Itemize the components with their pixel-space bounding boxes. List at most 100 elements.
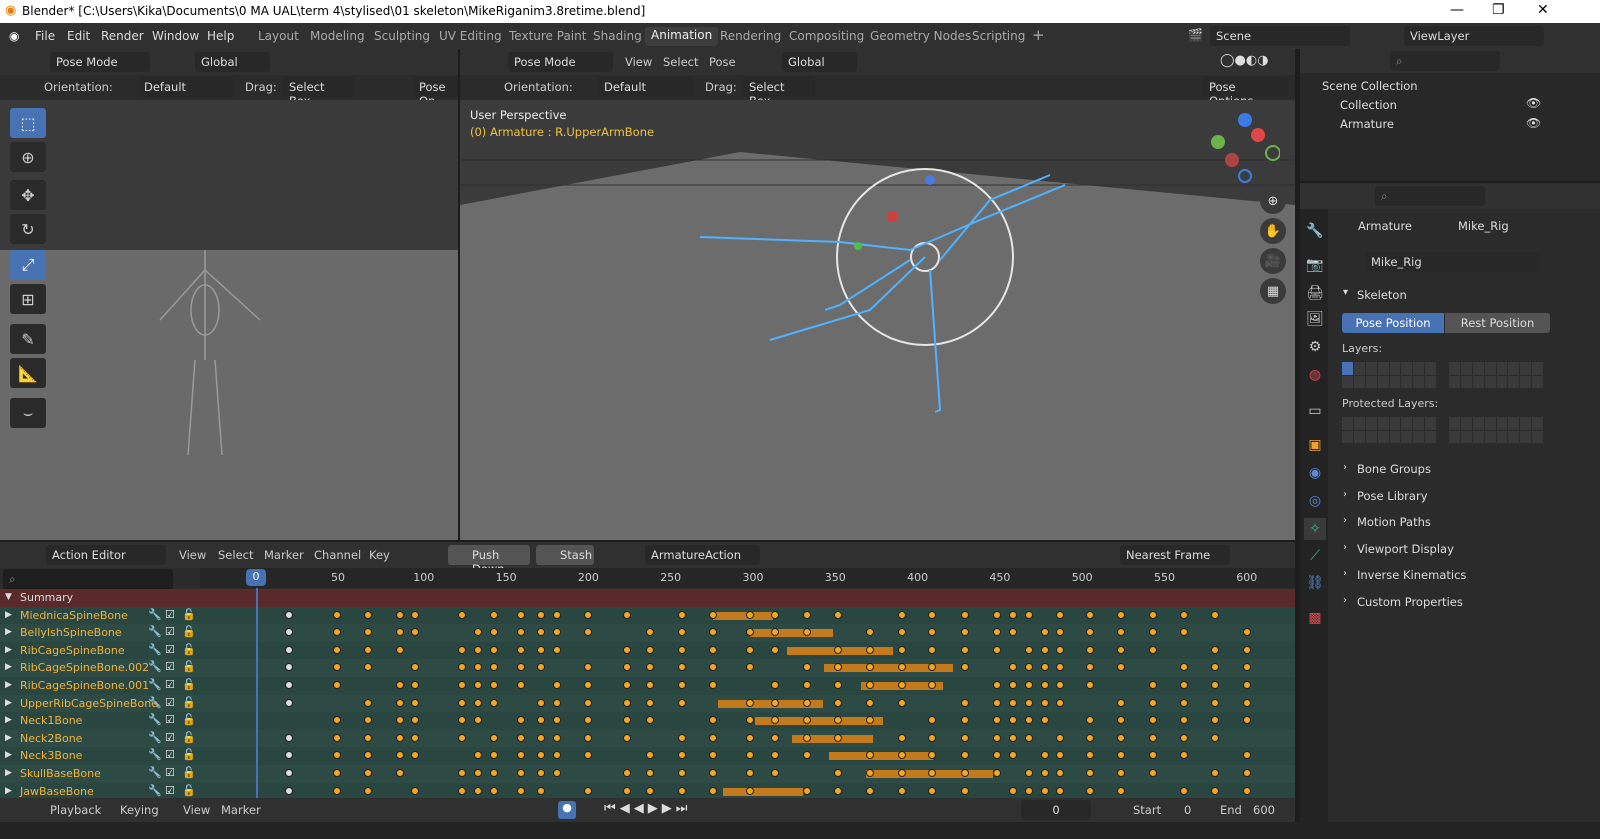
bone-tab-icon[interactable]: ⟋ (1304, 545, 1326, 567)
keyframe[interactable] (474, 716, 482, 725)
output-tab-icon[interactable]: 🖨 (1304, 282, 1326, 304)
keyframe[interactable] (803, 786, 811, 795)
keyframe[interactable] (961, 610, 969, 619)
keyframe[interactable] (1056, 751, 1064, 760)
playback-controls-icon[interactable]: ⏮◀◀▶▶⏭ (604, 801, 691, 816)
start-value[interactable]: 0 (1184, 803, 1191, 817)
keyframe[interactable] (364, 698, 372, 707)
keyframe[interactable] (517, 751, 525, 760)
keyframe[interactable] (285, 733, 293, 742)
keyframe[interactable] (537, 698, 545, 707)
maximize-icon[interactable]: ❐ (1492, 2, 1505, 18)
summary-row[interactable]: ▼ Summary (0, 589, 1295, 607)
keyframe[interactable] (1025, 645, 1033, 654)
scene-tab-icon[interactable]: ⚙ (1304, 336, 1326, 358)
keyframe[interactable] (553, 645, 561, 654)
current-frame-field[interactable]: 0 (1021, 800, 1091, 820)
keyframe[interactable] (1243, 751, 1251, 760)
keyframe[interactable] (396, 628, 404, 637)
tab-rendering[interactable]: Rendering (720, 29, 781, 43)
keyframe[interactable] (928, 645, 936, 654)
protected-layers-grid-left[interactable] (1342, 417, 1436, 443)
keyframe[interactable] (396, 645, 404, 654)
tab-geometry-nodes[interactable]: Geometry Nodes (870, 29, 971, 43)
keyframe[interactable] (396, 733, 404, 742)
channel-row[interactable]: ▶ SkullBaseBone 🔧 ☑ 🔓 (0, 765, 1295, 783)
keyframe-track[interactable] (0, 712, 1295, 729)
keyframe[interactable] (928, 628, 936, 637)
menu-help[interactable]: Help (207, 29, 234, 43)
keyframe[interactable] (490, 733, 498, 742)
keyframe[interactable] (584, 610, 592, 619)
main-menu-select[interactable]: Select (663, 55, 698, 69)
keyframe[interactable] (709, 681, 717, 689)
keyframe[interactable] (411, 663, 419, 672)
keyframe[interactable] (517, 733, 525, 742)
keyframe[interactable] (646, 716, 654, 725)
keyframe[interactable] (1056, 733, 1064, 742)
keyframe[interactable] (1243, 681, 1251, 689)
keyframe[interactable] (961, 751, 969, 760)
keyframe[interactable] (517, 645, 525, 654)
keyframe[interactable] (1025, 681, 1033, 689)
keyframe[interactable] (285, 663, 293, 672)
keyframe[interactable] (285, 645, 293, 654)
keyframe[interactable] (746, 663, 754, 672)
left-drag-dropdown[interactable]: Select Box (283, 77, 355, 108)
keyframe[interactable] (1211, 645, 1219, 654)
keyframe[interactable] (771, 751, 779, 760)
keyframe[interactable] (1009, 663, 1017, 672)
keyframe[interactable] (517, 628, 525, 637)
keyframe[interactable] (646, 645, 654, 654)
keyframe[interactable] (517, 716, 525, 725)
layers-grid-left[interactable] (1342, 362, 1436, 388)
menu-render[interactable]: Render (101, 29, 144, 43)
keyframe[interactable] (1117, 786, 1125, 795)
keyframe[interactable] (553, 681, 561, 689)
keyframe[interactable] (517, 663, 525, 672)
keyframe[interactable] (364, 786, 372, 795)
keyframe[interactable] (1117, 628, 1125, 637)
keyframe[interactable] (993, 645, 1001, 654)
keyframe[interactable] (584, 733, 592, 742)
keyframe[interactable] (517, 681, 525, 689)
keyframe[interactable] (1086, 645, 1094, 654)
keyframe[interactable] (771, 733, 779, 742)
ae-menu-channel[interactable]: Channel (314, 548, 361, 562)
keyframe[interactable] (1086, 751, 1094, 760)
expand-icon[interactable]: ▼ (5, 592, 12, 602)
keyframe[interactable] (396, 698, 404, 707)
keyframe[interactable] (333, 733, 341, 742)
current-frame-indicator[interactable]: 0 (246, 569, 266, 586)
menu-file[interactable]: File (35, 29, 55, 43)
world-tab-icon[interactable]: ◍ (1304, 364, 1326, 386)
record-icon[interactable]: ● (558, 801, 576, 819)
keyframe[interactable] (709, 645, 717, 654)
keyframe[interactable] (1041, 663, 1049, 672)
keyframe[interactable] (396, 681, 404, 689)
keyframe[interactable] (490, 681, 498, 689)
add-workspace-icon[interactable]: + (1032, 26, 1045, 44)
keyframe[interactable] (364, 663, 372, 672)
ae-menu-select[interactable]: Select (218, 548, 253, 562)
keyframe[interactable] (458, 698, 466, 707)
keyframe-track[interactable] (0, 747, 1295, 764)
keyframe[interactable] (961, 716, 969, 725)
playhead-line[interactable] (256, 588, 258, 798)
keyframe[interactable] (333, 663, 341, 672)
keyframe-track[interactable] (0, 624, 1295, 641)
keyframe[interactable] (285, 681, 293, 689)
tab-layout[interactable]: Layout (258, 29, 299, 43)
minimize-icon[interactable]: — (1450, 2, 1464, 18)
keyframe[interactable] (1180, 628, 1188, 637)
keyframe[interactable] (553, 610, 561, 619)
channel-row[interactable]: ▶ JawBaseBone 🔧 ☑ 🔓 (0, 782, 1295, 798)
channel-row[interactable]: ▶ RibCageSpineBone.002 🔧 ☑ 🔓 (0, 659, 1295, 677)
stash-button[interactable]: Stash (536, 545, 594, 565)
ae-menu-marker[interactable]: Marker (264, 548, 304, 562)
channel-search-icon[interactable]: ⌕ (3, 569, 173, 589)
timeline-marker-menu[interactable]: Marker (221, 803, 261, 817)
keyframe[interactable] (411, 733, 419, 742)
keyframe[interactable] (411, 751, 419, 760)
keyframe[interactable] (458, 610, 466, 619)
